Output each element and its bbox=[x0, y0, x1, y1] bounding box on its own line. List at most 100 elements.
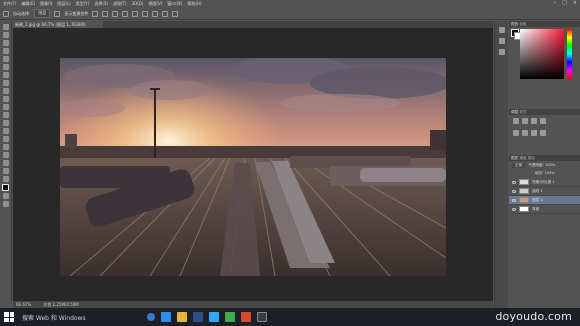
align-middle-icon[interactable] bbox=[102, 10, 109, 17]
menu-select[interactable]: 选择(S) bbox=[94, 0, 108, 7]
hue-slider[interactable] bbox=[567, 29, 572, 79]
history-icon[interactable] bbox=[498, 27, 505, 33]
layer-thumbnail bbox=[519, 197, 529, 203]
hand-tool-icon[interactable] bbox=[2, 168, 9, 174]
properties-icon[interactable] bbox=[498, 38, 505, 44]
panel-icon-strip bbox=[494, 21, 508, 308]
align-right-icon[interactable] bbox=[142, 10, 149, 17]
photoshop-icon[interactable] bbox=[208, 312, 219, 322]
align-left-icon[interactable] bbox=[122, 10, 129, 17]
screen-mode-icon[interactable] bbox=[2, 201, 9, 207]
fill-field[interactable]: 填充: 100% bbox=[535, 171, 555, 175]
move-tool-icon[interactable] bbox=[2, 24, 9, 30]
eye-icon[interactable] bbox=[512, 207, 516, 211]
layer-select-dropdown[interactable]: 图层 bbox=[34, 9, 51, 18]
clone-tool-icon[interactable] bbox=[2, 88, 9, 94]
menu-image[interactable]: 图像(I) bbox=[40, 0, 52, 7]
levels-icon[interactable] bbox=[522, 118, 528, 124]
watermark: doyoudo.com bbox=[495, 310, 572, 323]
menu-type[interactable]: 类型(Y) bbox=[76, 0, 90, 7]
history-brush-icon[interactable] bbox=[2, 96, 9, 102]
maximize-icon[interactable]: □ bbox=[562, 0, 567, 7]
right-panels: 颜色 色板 调整 样式 图层 通道 路径 正常 不透明度: 100% 填充: 1… bbox=[509, 21, 580, 308]
brush-presets-icon[interactable] bbox=[498, 49, 505, 55]
color-picker-field[interactable] bbox=[520, 29, 564, 79]
show-transform-label: 显示变换控件 bbox=[64, 10, 89, 16]
layer-row[interactable]: 背景 bbox=[509, 205, 580, 214]
color-balance-icon[interactable] bbox=[531, 130, 537, 136]
zoom-tool-icon[interactable] bbox=[2, 176, 9, 182]
tab-color[interactable]: 颜色 色板 bbox=[509, 21, 580, 27]
align-center-icon[interactable] bbox=[132, 10, 139, 17]
blur-tool-icon[interactable] bbox=[2, 120, 9, 126]
align-top-icon[interactable] bbox=[92, 10, 99, 17]
move-tool-icon[interactable] bbox=[3, 10, 9, 17]
layers-panel: 图层 通道 路径 正常 不透明度: 100% 填充: 100% 亮度/对比度 1… bbox=[509, 155, 580, 308]
type-tool-icon[interactable] bbox=[2, 144, 9, 150]
path-select-icon[interactable] bbox=[2, 152, 9, 158]
gradient-tool-icon[interactable] bbox=[2, 112, 9, 118]
eye-icon[interactable] bbox=[512, 198, 516, 202]
brush-tool-icon[interactable] bbox=[2, 80, 9, 86]
adjustments-panel: 调整 样式 bbox=[509, 109, 580, 153]
menu-help[interactable]: 帮助(H) bbox=[187, 0, 201, 7]
menu-view[interactable]: 视图(V) bbox=[148, 0, 162, 7]
marquee-tool-icon[interactable] bbox=[2, 32, 9, 38]
layer-row[interactable]: 图层 1 bbox=[509, 196, 580, 205]
store-icon[interactable] bbox=[192, 312, 203, 322]
document-tab[interactable]: 新建_1.jpg @ 66.7% (图层 1, RGB/8) bbox=[13, 21, 103, 28]
menu-window[interactable]: 窗口(W) bbox=[167, 0, 182, 7]
menu-3d[interactable]: 3D(D) bbox=[132, 0, 144, 7]
edge-icon[interactable] bbox=[160, 312, 171, 322]
photo-rail-yard-sunset[interactable] bbox=[60, 58, 446, 276]
windows-start-icon[interactable] bbox=[4, 312, 14, 322]
bw-icon[interactable] bbox=[540, 130, 546, 136]
dodge-tool-icon[interactable] bbox=[2, 128, 9, 134]
lasso-tool-icon[interactable] bbox=[2, 40, 9, 46]
hue-sat-icon[interactable] bbox=[522, 130, 528, 136]
menu-filter[interactable]: 滤镜(T) bbox=[113, 0, 127, 7]
exposure-icon[interactable] bbox=[540, 118, 546, 124]
menu-file[interactable]: 文件(F) bbox=[3, 0, 16, 7]
blend-mode-select[interactable]: 正常 bbox=[512, 163, 526, 168]
file-explorer-icon[interactable] bbox=[176, 312, 187, 322]
eyedropper-tool-icon[interactable] bbox=[2, 64, 9, 70]
align-bottom-icon[interactable] bbox=[112, 10, 119, 17]
color-panel: 颜色 色板 bbox=[509, 21, 580, 107]
curves-icon[interactable] bbox=[531, 118, 537, 124]
eye-icon[interactable] bbox=[512, 180, 516, 184]
eraser-tool-icon[interactable] bbox=[2, 104, 9, 110]
layer-row[interactable]: 曲线 1 bbox=[509, 187, 580, 196]
menu-bar: 文件(F) 编辑(E) 图像(I) 图层(L) 类型(Y) 选择(S) 滤镜(T… bbox=[0, 0, 580, 7]
shape-tool-icon[interactable] bbox=[2, 160, 9, 166]
menu-layer[interactable]: 图层(L) bbox=[57, 0, 70, 7]
menu-edit[interactable]: 编辑(E) bbox=[21, 0, 35, 7]
eye-icon[interactable] bbox=[512, 189, 516, 193]
close-icon[interactable]: × bbox=[573, 0, 577, 7]
layer-row[interactable]: 亮度/对比度 1 bbox=[509, 178, 580, 187]
quick-select-tool-icon[interactable] bbox=[2, 48, 9, 54]
vibrance-icon[interactable] bbox=[513, 130, 519, 136]
app-window-icon[interactable] bbox=[256, 312, 267, 322]
cortana-icon[interactable] bbox=[146, 313, 155, 321]
distribute-2-icon[interactable] bbox=[162, 10, 169, 17]
minimize-icon[interactable]: – bbox=[554, 0, 557, 7]
3d-mode-icon[interactable] bbox=[172, 10, 179, 17]
windows-taskbar: 搜索 Web 和 Windows doyoudo.com bbox=[0, 308, 580, 326]
app-green-icon[interactable] bbox=[224, 312, 235, 322]
app-orange-icon[interactable] bbox=[240, 312, 251, 322]
foreground-color-swatch[interactable] bbox=[2, 184, 9, 191]
brightness-icon[interactable] bbox=[513, 118, 519, 124]
options-bar: 自动选择: 图层 显示变换控件 bbox=[0, 8, 580, 20]
pen-tool-icon[interactable] bbox=[2, 136, 9, 142]
healing-tool-icon[interactable] bbox=[2, 72, 9, 78]
distribute-icon[interactable] bbox=[152, 10, 159, 17]
show-transform-checkbox[interactable] bbox=[54, 10, 61, 17]
quick-mask-icon[interactable] bbox=[2, 193, 9, 199]
opacity-field[interactable]: 不透明度: 100% bbox=[528, 163, 555, 168]
search-box[interactable]: 搜索 Web 和 Windows bbox=[22, 313, 86, 322]
crop-tool-icon[interactable] bbox=[2, 56, 9, 62]
zoom-level[interactable]: 66.67% bbox=[16, 301, 31, 308]
doc-info: 文档:2.25M/4.50M bbox=[43, 302, 79, 307]
layer-thumbnail bbox=[519, 179, 529, 185]
